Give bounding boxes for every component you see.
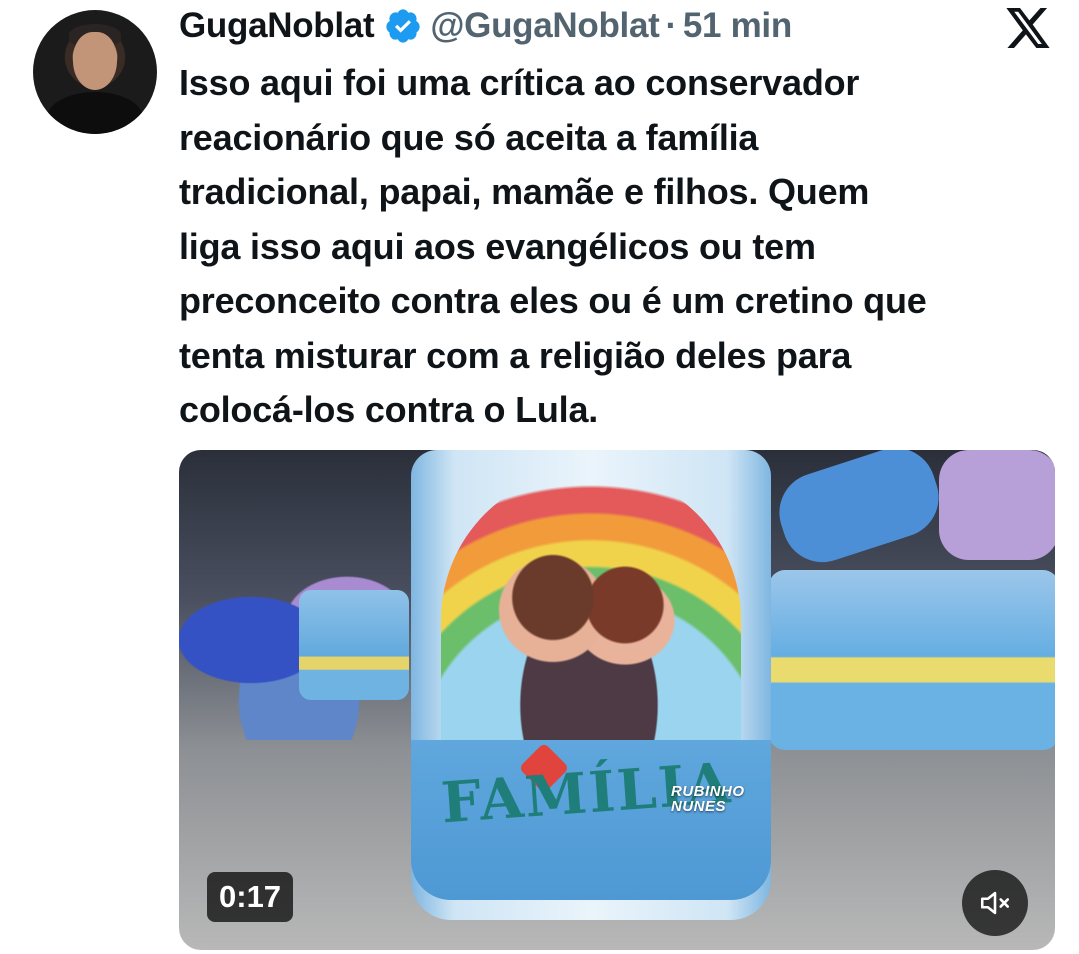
- video-family-illustration: [469, 510, 709, 760]
- tweet-text-line: colocá-los contra o Lula.: [179, 389, 599, 430]
- video-dancer-right: [769, 570, 1055, 750]
- separator-dot: ·: [665, 6, 677, 45]
- tweet-text: Isso aqui foi uma crítica ao conservador…: [179, 56, 1059, 438]
- video-dancer-left: [299, 590, 409, 700]
- watermark-line: RUBINHO: [671, 783, 745, 800]
- tweet-time[interactable]: 51 min: [683, 4, 792, 48]
- tweet-text-line: preconceito contra eles ou é um cretino …: [179, 280, 927, 321]
- video-watermark: RUBINHO NUNES: [671, 784, 791, 814]
- author-handle[interactable]: @GugaNoblat: [430, 4, 659, 48]
- video-player[interactable]: FAMÍLIA RUBINHO NUNES 0:17: [179, 450, 1055, 950]
- tweet-text-line: tenta misturar com a religião deles para: [179, 334, 852, 376]
- avatar[interactable]: [33, 10, 157, 134]
- x-logo-icon: [1006, 8, 1050, 48]
- volume-muted-icon: [980, 891, 1010, 915]
- mute-button[interactable]: [962, 870, 1028, 936]
- watermark-line: NUNES: [671, 798, 727, 815]
- tweet-text-line: Isso aqui foi uma crítica ao conservador: [179, 62, 860, 103]
- tweet-text-line: tradicional, papai, mamãe e filhos. Quem: [179, 171, 870, 212]
- video-duration: 0:17: [207, 872, 294, 922]
- author-name[interactable]: GugaNoblat: [179, 4, 375, 48]
- tweet-header: GugaNoblat @GugaNoblat · 51 min: [179, 4, 792, 48]
- verified-badge-icon: [386, 9, 420, 43]
- avatar-face: [73, 32, 117, 90]
- video-costume-purple: [939, 450, 1055, 560]
- avatar-shirt: [47, 92, 143, 134]
- video-costume-arm: [769, 450, 949, 573]
- tweet-text-line: reacionário que só aceita a família: [179, 116, 759, 158]
- tweet-text-line: liga isso aqui aos evangélicos ou tem: [179, 225, 816, 267]
